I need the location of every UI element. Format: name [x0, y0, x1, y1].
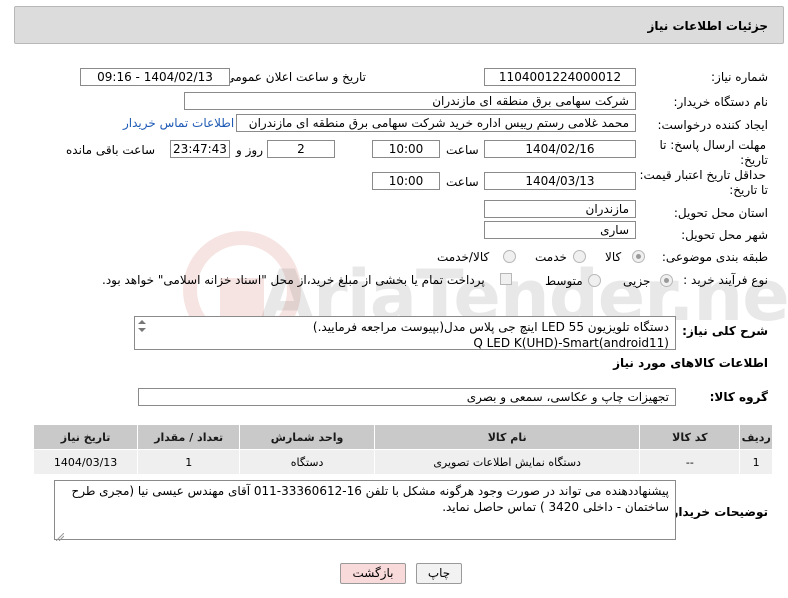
col-name-header: نام کالا	[373, 424, 641, 450]
resize-grip-icon[interactable]	[55, 530, 65, 542]
buyer-notes-textarea[interactable]: پیشنهاددهنده می تواند در صورت وجود هرگون…	[54, 480, 676, 540]
description-scroll-icon[interactable]	[136, 318, 148, 334]
days-label: روز و	[236, 143, 263, 157]
delivery-city-field: ساری	[484, 221, 636, 239]
cell-qty: 1	[137, 449, 241, 475]
cell-row: 1	[739, 449, 773, 475]
category-radio-goods-service[interactable]	[503, 250, 516, 263]
cell-code: --	[639, 449, 741, 475]
treasury-note: پرداخت تمام یا بخشی از مبلغ خرید،از محل …	[102, 273, 485, 287]
category-radio-goods[interactable]	[632, 250, 645, 263]
announce-datetime-field: 1404/02/13 - 09:16	[80, 68, 230, 86]
remaining-time-label: ساعت باقی مانده	[66, 143, 156, 157]
print-button[interactable]: چاپ	[416, 563, 462, 584]
requester-field: محمد غلامی رستم رییس اداره خرید شرکت سها…	[236, 114, 636, 132]
goods-group-label: گروه کالا:	[709, 390, 768, 404]
price-validity-date: 1404/03/13	[484, 172, 636, 190]
col-row-header: ردیف	[739, 424, 773, 450]
col-date-header: تاریخ نیاز	[32, 424, 139, 450]
reply-deadline-label-2: تاریخ:	[740, 153, 768, 167]
goods-group-field: تجهیزات چاپ و عکاسی، سمعی و بصری	[138, 388, 676, 406]
remaining-time-field: 23:47:43	[170, 140, 230, 158]
purchase-type-label: نوع فرآیند خرید :	[683, 273, 768, 287]
category-label: طبقه بندی موضوعی:	[661, 250, 768, 264]
goods-section-title: اطلاعات کالاهای مورد نیاز	[613, 356, 768, 370]
purchase-option-medium: متوسط	[545, 274, 583, 288]
need-number-label: شماره نیاز:	[711, 70, 768, 84]
col-unit-header: واحد شمارش	[239, 424, 375, 450]
purchase-radio-medium[interactable]	[588, 274, 601, 287]
description-label: شرح کلی نیاز:	[682, 324, 768, 338]
price-validity-time: 10:00	[372, 172, 440, 190]
delivery-province-field: مازندران	[484, 200, 636, 218]
buyer-notes-label: توضیحات خریدار:	[666, 505, 768, 519]
buyer-org-field: شرکت سهامی برق منطقه ای مازندران	[184, 92, 636, 110]
description-line-1: دستگاه تلویزیون LED 55 اینچ جی پلاس مدل(…	[312, 320, 669, 334]
col-qty-header: تعداد / مقدار	[137, 424, 241, 450]
category-option-goods-service: کالا/خدمت	[437, 250, 490, 264]
cell-name: دستگاه نمایش اطلاعات تصویری	[373, 449, 641, 475]
description-line-2: Q LED K(UHD)-Smart(android11)	[473, 336, 669, 350]
purchase-option-minor: جزیی	[623, 274, 651, 288]
category-option-service: خدمت	[535, 250, 567, 264]
need-number-field: 1104001224000012	[484, 68, 636, 86]
table-header-row: ردیف کد کالا نام کالا واحد شمارش تعداد /…	[32, 424, 773, 450]
delivery-city-label: شهر محل تحویل:	[681, 228, 768, 242]
reply-deadline-label-1: مهلت ارسال پاسخ: تا	[659, 138, 766, 152]
reply-deadline-time: 10:00	[372, 140, 440, 158]
price-validity-label-2: تا تاریخ:	[729, 183, 768, 197]
buyer-notes-line-2: ساختمان - داخلی 3420 ) تماس حاصل نماید.	[442, 500, 669, 514]
reply-deadline-time-label: ساعت	[446, 143, 479, 157]
page-title: جزئیات اطلاعات نیاز	[647, 19, 768, 33]
reply-deadline-date: 1404/02/16	[484, 140, 636, 158]
back-button[interactable]: بازگشت	[340, 563, 406, 584]
announce-datetime-label: تاریخ و ساعت اعلان عمومی:	[221, 70, 366, 84]
buyer-org-label: نام دستگاه خریدار:	[673, 95, 769, 109]
category-option-goods: کالا	[605, 250, 622, 264]
buyer-contact-link[interactable]: اطلاعات تماس خریدار	[123, 116, 234, 130]
price-validity-label-1: حداقل تاریخ اعتبار قیمت:	[639, 168, 766, 182]
col-code-header: کد کالا	[639, 424, 741, 450]
category-radio-service[interactable]	[573, 250, 586, 263]
cell-date: 1404/03/13	[32, 449, 139, 475]
buyer-notes-line-1: پیشنهاددهنده می تواند در صورت وجود هرگون…	[71, 484, 669, 498]
description-textarea[interactable]: دستگاه تلویزیون LED 55 اینچ جی پلاس مدل(…	[134, 316, 676, 350]
price-validity-time-label: ساعت	[446, 175, 479, 189]
reply-deadline-days: 2	[267, 140, 335, 158]
purchase-radio-minor[interactable]	[660, 274, 673, 287]
table-row: 1 -- دستگاه نمایش اطلاعات تصویری دستگاه …	[32, 449, 773, 475]
treasury-checkbox[interactable]	[500, 273, 512, 285]
cell-unit: دستگاه	[239, 449, 375, 475]
delivery-province-label: استان محل تحویل:	[673, 206, 768, 220]
requester-label: ایجاد کننده درخواست:	[657, 118, 768, 132]
goods-table: ردیف کد کالا نام کالا واحد شمارش تعداد /…	[32, 424, 773, 475]
